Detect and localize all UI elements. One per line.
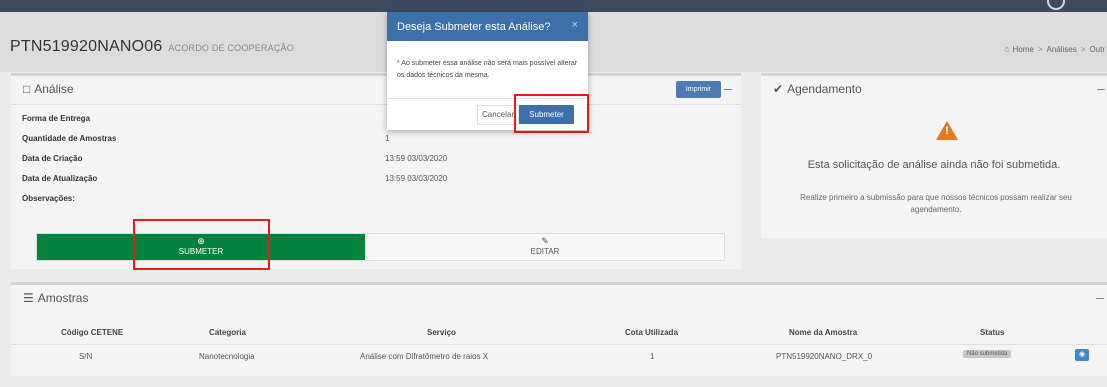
eye-icon: ◉ bbox=[1078, 351, 1086, 358]
page-title: PTN519920NANO06 ACORDO DE COOPERAÇÃO bbox=[10, 38, 294, 56]
breadcrumb: ☃ Home > Análises > Outr bbox=[1003, 45, 1105, 54]
cancel-button[interactable]: Cancelar bbox=[477, 105, 519, 125]
highlight-box bbox=[133, 219, 270, 270]
edit-button-label: EDITAR bbox=[530, 247, 560, 256]
collapse-icon[interactable]: – bbox=[1096, 289, 1104, 305]
breadcrumb-analises[interactable]: Análises bbox=[1047, 45, 1077, 54]
edit-analysis-button[interactable]: ✎ EDITAR bbox=[366, 234, 724, 260]
amostras-panel-title: ☰ Amostras bbox=[23, 291, 88, 305]
analise-panel: □ Análise Imprimir – Forma de Entrega Qua… bbox=[11, 73, 741, 269]
agendamento-panel-title: ✔ Agendamento bbox=[773, 82, 862, 96]
top-navbar bbox=[0, 0, 1107, 12]
analise-title-text: Análise bbox=[34, 82, 74, 96]
field-label-data-criacao: Data de Criação bbox=[22, 154, 83, 163]
breadcrumb-home[interactable]: Home bbox=[1013, 45, 1034, 54]
column-header: Status bbox=[980, 328, 1005, 337]
home-icon: ☃ bbox=[1003, 45, 1011, 54]
field-value-data-criacao: 13:59 03/03/2020 bbox=[385, 154, 448, 163]
divider bbox=[11, 104, 741, 105]
table-cell-nome-amostra: PTN519920NANO_DRX_0 bbox=[776, 352, 873, 361]
modal-header: Deseja Submeter esta Análise? × bbox=[387, 12, 588, 41]
modal-title: Deseja Submeter esta Análise? bbox=[397, 21, 551, 33]
view-sample-button[interactable]: ◉ bbox=[1075, 349, 1089, 361]
print-button[interactable]: Imprimir bbox=[676, 81, 721, 98]
agendamento-title-text: Agendamento bbox=[787, 82, 862, 96]
amostras-title-text: Amostras bbox=[37, 291, 89, 305]
table-cell-categoria: Nanotecnologia bbox=[199, 352, 255, 361]
page-subtitle: ACORDO DE COOPERAÇÃO bbox=[168, 43, 294, 53]
column-header: Código CETENE bbox=[61, 328, 124, 337]
agendamento-panel: ✔ Agendamento – ! Esta solicitação de aná… bbox=[761, 73, 1107, 238]
field-value-quantidade: 1 bbox=[385, 134, 390, 143]
column-header: Categoria bbox=[209, 328, 246, 337]
field-value-data-atualizacao: 13:59 03/03/2020 bbox=[385, 174, 448, 183]
collapse-icon[interactable]: – bbox=[1097, 80, 1105, 96]
agendamento-message: Esta solicitação de análise ainda não fo… bbox=[807, 159, 1061, 171]
divider bbox=[11, 344, 1107, 345]
agendamento-submessage: Realize primeiro a submissão para que no… bbox=[800, 193, 1072, 214]
status-badge: Não submetida bbox=[963, 350, 1012, 358]
field-label-forma-entrega: Forma de Entrega bbox=[22, 114, 91, 123]
modal-body: * Ao submeter essa análise não será mais… bbox=[397, 60, 578, 79]
highlight-box bbox=[514, 94, 589, 133]
warning-exclamation: ! bbox=[945, 125, 949, 137]
analise-panel-title: □ Análise bbox=[23, 82, 74, 96]
column-header: Serviço bbox=[427, 328, 456, 337]
check-icon: ✔ bbox=[773, 82, 784, 96]
list-icon: ☰ bbox=[23, 291, 34, 305]
page-title-text: PTN519920NANO06 bbox=[10, 38, 163, 55]
document-icon: □ bbox=[23, 82, 31, 96]
field-label-quantidade: Quantidade de Amostras bbox=[22, 134, 117, 143]
column-header: Cota Utilizada bbox=[625, 328, 678, 337]
edit-icon: ✎ bbox=[541, 236, 549, 246]
field-label-observacoes: Observações: bbox=[22, 194, 75, 203]
amostras-panel: ☰ Amostras – Código CETENE Categoria Serv… bbox=[11, 282, 1107, 376]
close-icon[interactable]: × bbox=[572, 19, 578, 31]
column-header: Nome da Amostra bbox=[789, 328, 858, 337]
table-cell-codigo: S/N bbox=[79, 352, 93, 361]
breadcrumb-outros[interactable]: Outr bbox=[1089, 45, 1105, 54]
user-icon[interactable] bbox=[1047, 0, 1065, 10]
field-label-data-atualizacao: Data de Atualização bbox=[22, 174, 98, 183]
table-cell-servico: Análise com Difratômetro de raios X bbox=[360, 352, 489, 361]
table-cell-cota: 1 bbox=[650, 352, 655, 361]
collapse-icon[interactable]: – bbox=[724, 80, 732, 96]
